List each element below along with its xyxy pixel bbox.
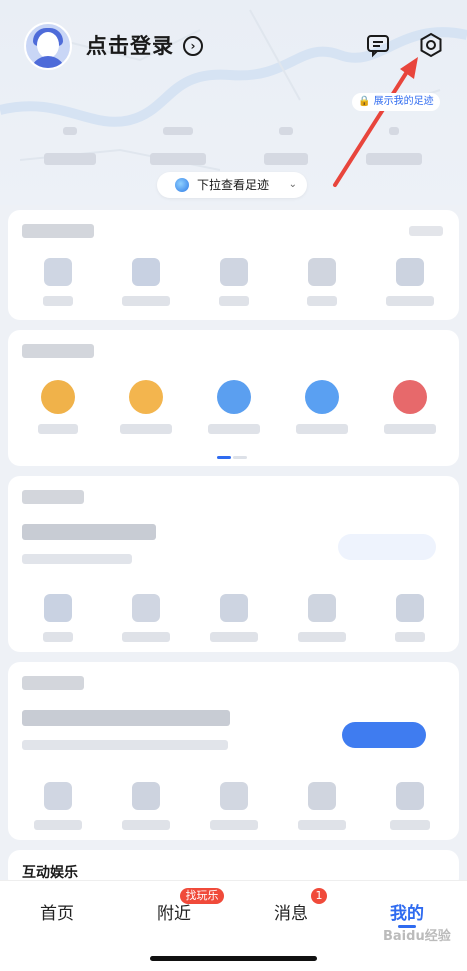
profile-header: 点击登录 › 🔒 展示我的足迹 下拉查看足迹 ⌄ — [0, 0, 467, 200]
services-card-1 — [8, 210, 459, 320]
tab-home[interactable]: 首页 — [40, 899, 74, 924]
avatar[interactable] — [24, 22, 72, 70]
service-item[interactable] — [206, 380, 262, 434]
stat-item[interactable] — [138, 120, 218, 169]
services-card-4 — [8, 662, 459, 840]
service-item[interactable] — [294, 782, 350, 830]
primary-action-button[interactable] — [342, 722, 426, 748]
service-item[interactable] — [118, 594, 174, 642]
watermark: Baidu经验 — [383, 929, 451, 944]
service-item[interactable] — [382, 782, 438, 830]
service-item[interactable] — [30, 782, 86, 830]
stat-item[interactable] — [30, 120, 110, 169]
service-item[interactable] — [30, 380, 86, 434]
service-item[interactable] — [118, 380, 174, 434]
services-card-3 — [8, 476, 459, 652]
nearby-badge: 找玩乐 — [180, 888, 224, 904]
page-indicator — [217, 456, 231, 459]
service-item[interactable] — [382, 258, 438, 306]
service-item[interactable] — [30, 594, 86, 642]
service-item[interactable] — [206, 782, 262, 830]
message-count-badge: 1 — [311, 888, 327, 904]
service-item[interactable] — [206, 594, 262, 642]
login-label[interactable]: 点击登录 — [86, 30, 174, 60]
service-item[interactable] — [206, 258, 262, 306]
tab-messages[interactable]: 消息 — [274, 899, 308, 924]
stat-item[interactable] — [246, 120, 326, 169]
service-item[interactable] — [294, 594, 350, 642]
service-item[interactable] — [382, 594, 438, 642]
chevron-down-icon: ⌄ — [288, 179, 297, 190]
service-item[interactable] — [382, 380, 438, 434]
lock-icon: 🔒 — [358, 96, 371, 107]
pull-down-hint[interactable]: 下拉查看足迹 ⌄ — [157, 172, 307, 198]
show-footprint-button[interactable]: 🔒 展示我的足迹 — [352, 93, 440, 111]
services-card-2 — [8, 330, 459, 466]
stat-item[interactable] — [354, 120, 434, 169]
action-button[interactable] — [338, 534, 436, 560]
chevron-right-icon[interactable]: › — [183, 36, 203, 56]
service-item[interactable] — [118, 782, 174, 830]
home-indicator[interactable] — [150, 956, 317, 961]
globe-icon — [175, 178, 189, 192]
tab-mine[interactable]: 我的 — [390, 899, 424, 924]
section-title: 互动娱乐 — [22, 865, 78, 881]
service-item[interactable] — [30, 258, 86, 306]
service-item[interactable] — [294, 380, 350, 434]
service-item[interactable] — [118, 258, 174, 306]
service-item[interactable] — [294, 258, 350, 306]
